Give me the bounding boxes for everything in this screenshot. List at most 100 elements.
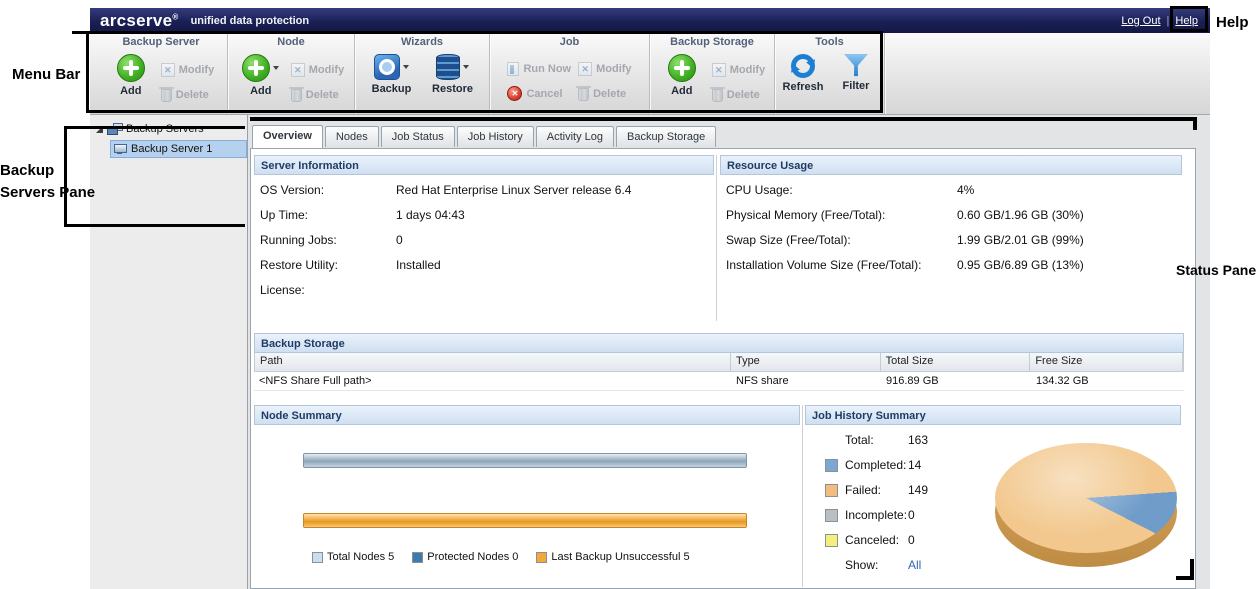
- modify-label: Modify: [309, 64, 344, 76]
- backup-wizard-button[interactable]: Backup: [365, 54, 419, 95]
- job-run-now-button[interactable]: Run Now: [507, 62, 571, 76]
- add-label: Add: [120, 85, 141, 97]
- modify-icon: [578, 62, 592, 76]
- app-window: arcserve® unified data protection Log Ou…: [90, 8, 1210, 589]
- backup-storage-delete-button[interactable]: Delete: [712, 87, 765, 102]
- job-delete-button[interactable]: Delete: [578, 86, 631, 101]
- modify-icon: [291, 63, 305, 77]
- tree-node-backup-server-1[interactable]: Backup Server 1: [110, 140, 247, 158]
- cancel-label: Cancel: [526, 88, 562, 100]
- row-label: License:: [260, 283, 396, 297]
- node-delete-button[interactable]: Delete: [291, 87, 344, 102]
- chevron-down-icon[interactable]: [403, 65, 409, 72]
- tab-job-history[interactable]: Job History: [457, 126, 534, 147]
- tab-backup-storage[interactable]: Backup Storage: [616, 126, 716, 147]
- add-icon: [117, 54, 145, 82]
- annotation-menu-bar-connector: [72, 31, 88, 34]
- job-history-show-row: Show: All: [805, 556, 1000, 581]
- logout-link[interactable]: Log Out: [1121, 15, 1160, 27]
- job-cancel-button[interactable]: Cancel: [507, 86, 571, 101]
- ribbon-group-wizards: Wizards Backup Restore: [355, 33, 490, 114]
- chevron-down-icon[interactable]: [273, 66, 279, 73]
- show-all-link[interactable]: All: [908, 558, 921, 572]
- column-header-free-size[interactable]: Free Size: [1030, 353, 1183, 371]
- row-value: 1 days 04:43: [396, 208, 465, 222]
- node-add-button[interactable]: Add: [238, 54, 284, 102]
- job-history-row-incomplete: Incomplete: 0: [805, 506, 1000, 531]
- canceled-value: 0: [908, 533, 915, 547]
- expanded-triangle-icon[interactable]: [96, 126, 103, 133]
- registered-mark: ®: [172, 12, 178, 21]
- tab-overview[interactable]: Overview: [252, 125, 323, 148]
- incomplete-swatch: [825, 509, 838, 522]
- job-history-summary-panel: Job History Summary Total: 163 Completed…: [805, 405, 1181, 587]
- tree-node-backup-servers[interactable]: Backup Servers: [90, 115, 247, 138]
- modify-label: Modify: [179, 64, 214, 76]
- node-modify-button[interactable]: Modify: [291, 63, 344, 77]
- backup-server-delete-button[interactable]: Delete: [161, 87, 214, 102]
- overview-content: Server Information OS Version:Red Hat En…: [250, 148, 1196, 589]
- backup-storage-add-button[interactable]: Add: [659, 54, 705, 102]
- refresh-button[interactable]: Refresh: [780, 54, 826, 93]
- annotation-menu-bar-label: Menu Bar: [12, 64, 80, 86]
- filter-button[interactable]: Filter: [833, 54, 879, 93]
- group-title-job: Job: [490, 36, 649, 51]
- backup-storage-modify-button[interactable]: Modify: [712, 63, 765, 77]
- row-value: 0.60 GB/1.96 GB (30%): [957, 208, 1084, 222]
- cell-path: <NFS Share Full path>: [254, 372, 731, 390]
- delete-icon: [291, 89, 302, 102]
- column-header-path[interactable]: Path: [255, 353, 731, 371]
- restore-wizard-button[interactable]: Restore: [426, 54, 480, 95]
- backup-storage-panel: Backup Storage Path Type Total Size Free…: [254, 333, 1184, 391]
- legend-label: Protected Nodes 0: [427, 551, 518, 563]
- incomplete-label: Incomplete:: [845, 508, 907, 522]
- arcserve-logo: arcserve®: [100, 11, 179, 31]
- total-label: Total:: [845, 433, 874, 447]
- tab-job-status[interactable]: Job Status: [381, 126, 455, 147]
- ribbon-group-tools: Tools Refresh Filter: [775, 33, 885, 114]
- canceled-label: Canceled:: [845, 533, 899, 547]
- info-row: Up Time:1 days 04:43: [260, 208, 714, 233]
- table-row[interactable]: <NFS Share Full path> NFS share 916.89 G…: [254, 372, 1184, 391]
- ribbon-group-node: Node Add Modify: [228, 33, 355, 114]
- app-tagline: unified data protection: [191, 15, 310, 27]
- job-history-pie-chart: [995, 443, 1181, 583]
- info-row: License:: [260, 283, 714, 308]
- help-link[interactable]: Help: [1175, 15, 1198, 27]
- failed-swatch: [825, 484, 838, 497]
- backup-servers-pane: Backup Servers Backup Server 1: [90, 115, 248, 589]
- job-history-row-canceled: Canceled: 0: [805, 531, 1000, 556]
- failed-value: 149: [908, 483, 928, 497]
- row-value: Red Hat Enterprise Linux Server release …: [396, 183, 631, 197]
- cell-type: NFS share: [731, 372, 881, 390]
- job-modify-button[interactable]: Modify: [578, 62, 631, 76]
- chevron-down-icon[interactable]: [463, 65, 469, 72]
- row-label: CPU Usage:: [726, 183, 957, 197]
- completed-label: Completed:: [845, 458, 906, 472]
- backup-server-add-button[interactable]: Add: [108, 54, 154, 102]
- row-value: 4%: [957, 183, 974, 197]
- modify-icon: [161, 63, 175, 77]
- delete-label: Delete: [176, 89, 209, 101]
- job-history-total-row: Total: 163: [805, 431, 1000, 456]
- resource-usage-panel: Resource Usage CPU Usage:4% Physical Mem…: [720, 155, 1182, 283]
- info-row: Running Jobs:0: [260, 233, 714, 258]
- backup-server-modify-button[interactable]: Modify: [161, 63, 214, 77]
- backup-label: Backup: [372, 83, 412, 95]
- tab-activity-log[interactable]: Activity Log: [536, 126, 614, 147]
- filter-label: Filter: [843, 80, 870, 92]
- legend-label: Total Nodes 5: [327, 551, 394, 563]
- refresh-label: Refresh: [783, 81, 824, 93]
- run-now-icon: [507, 62, 519, 76]
- incomplete-value: 0: [908, 508, 915, 522]
- column-header-type[interactable]: Type: [731, 353, 881, 371]
- failed-label: Failed:: [845, 483, 881, 497]
- panel-title-backup-storage: Backup Storage: [254, 333, 1184, 353]
- row-label: Running Jobs:: [260, 233, 396, 247]
- modify-label: Modify: [730, 64, 765, 76]
- panel-title-job-history-summary: Job History Summary: [805, 405, 1181, 425]
- cell-free-size: 134.32 GB: [1031, 372, 1184, 390]
- tab-nodes[interactable]: Nodes: [325, 126, 379, 147]
- column-header-total-size[interactable]: Total Size: [881, 353, 1031, 371]
- logo-text: arcserve: [100, 11, 172, 30]
